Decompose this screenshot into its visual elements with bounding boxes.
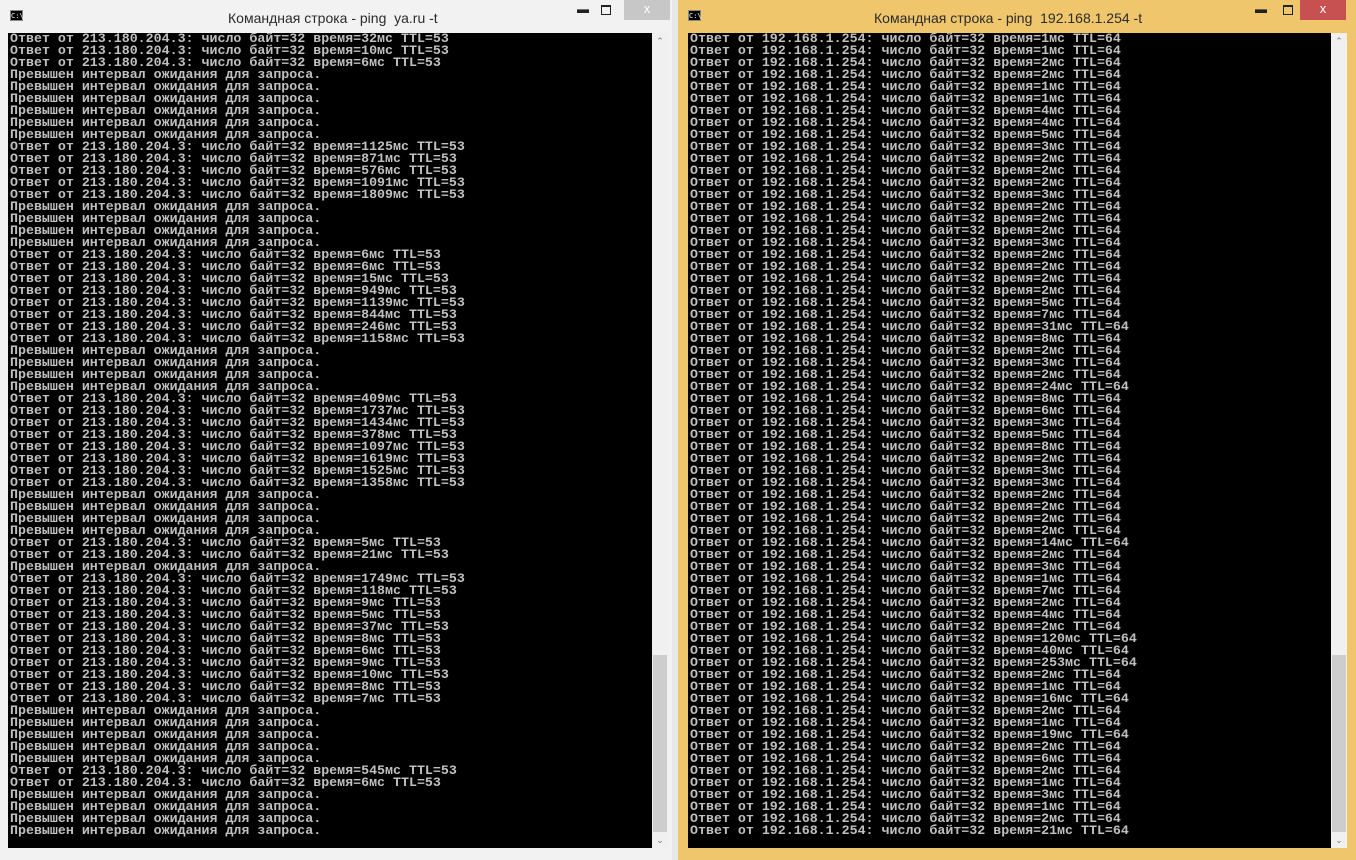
cmd-window-ya-ru[interactable]: C:\ Командная строка - ping ya.ru -t ▬ x… [0, 0, 672, 860]
scrollbar-thumb[interactable] [1332, 655, 1346, 832]
console-output[interactable]: Ответ от 192.168.1.254: число байт=32 вр… [688, 33, 1331, 848]
title-bar[interactable]: C:\ Командная строка - ping ya.ru -t ▬ x [0, 0, 672, 33]
minimize-button[interactable]: ▬ [1250, 0, 1272, 20]
scroll-down-icon[interactable]: ⌄ [1331, 832, 1347, 848]
cmd-window-router[interactable]: C:\ Командная строка - ping 192.168.1.25… [678, 0, 1356, 860]
title-bar[interactable]: C:\ Командная строка - ping 192.168.1.25… [678, 0, 1356, 33]
scrollbar-thumb[interactable] [653, 655, 667, 832]
close-button[interactable]: x [1300, 0, 1346, 20]
scroll-up-icon[interactable]: ⌃ [1331, 33, 1347, 49]
maximize-icon [601, 4, 611, 15]
window-title: Командная строка - ping 192.168.1.254 -t [874, 10, 1143, 26]
window-title: Командная строка - ping ya.ru -t [228, 10, 438, 26]
close-button[interactable]: x [624, 0, 670, 20]
maximize-icon [1283, 4, 1293, 15]
maximize-button[interactable] [1277, 0, 1299, 20]
vertical-scrollbar[interactable]: ⌃ ⌄ [1331, 33, 1347, 848]
cmd-app-icon[interactable]: C:\ [688, 10, 702, 21]
console-output[interactable]: Ответ от 213.180.204.3: число байт=32 вр… [8, 33, 652, 848]
cmd-app-icon[interactable]: C:\ [10, 10, 24, 21]
scroll-up-icon[interactable]: ⌃ [652, 33, 668, 49]
console-line: Ответ от 192.168.1.254: число байт=32 вр… [690, 823, 1129, 838]
vertical-scrollbar[interactable]: ⌃ ⌄ [652, 33, 668, 848]
console-line: Превышен интервал ожидания для запроса. [10, 823, 322, 838]
scroll-down-icon[interactable]: ⌄ [652, 832, 668, 848]
maximize-button[interactable] [595, 0, 617, 20]
minimize-button[interactable]: ▬ [572, 0, 594, 20]
